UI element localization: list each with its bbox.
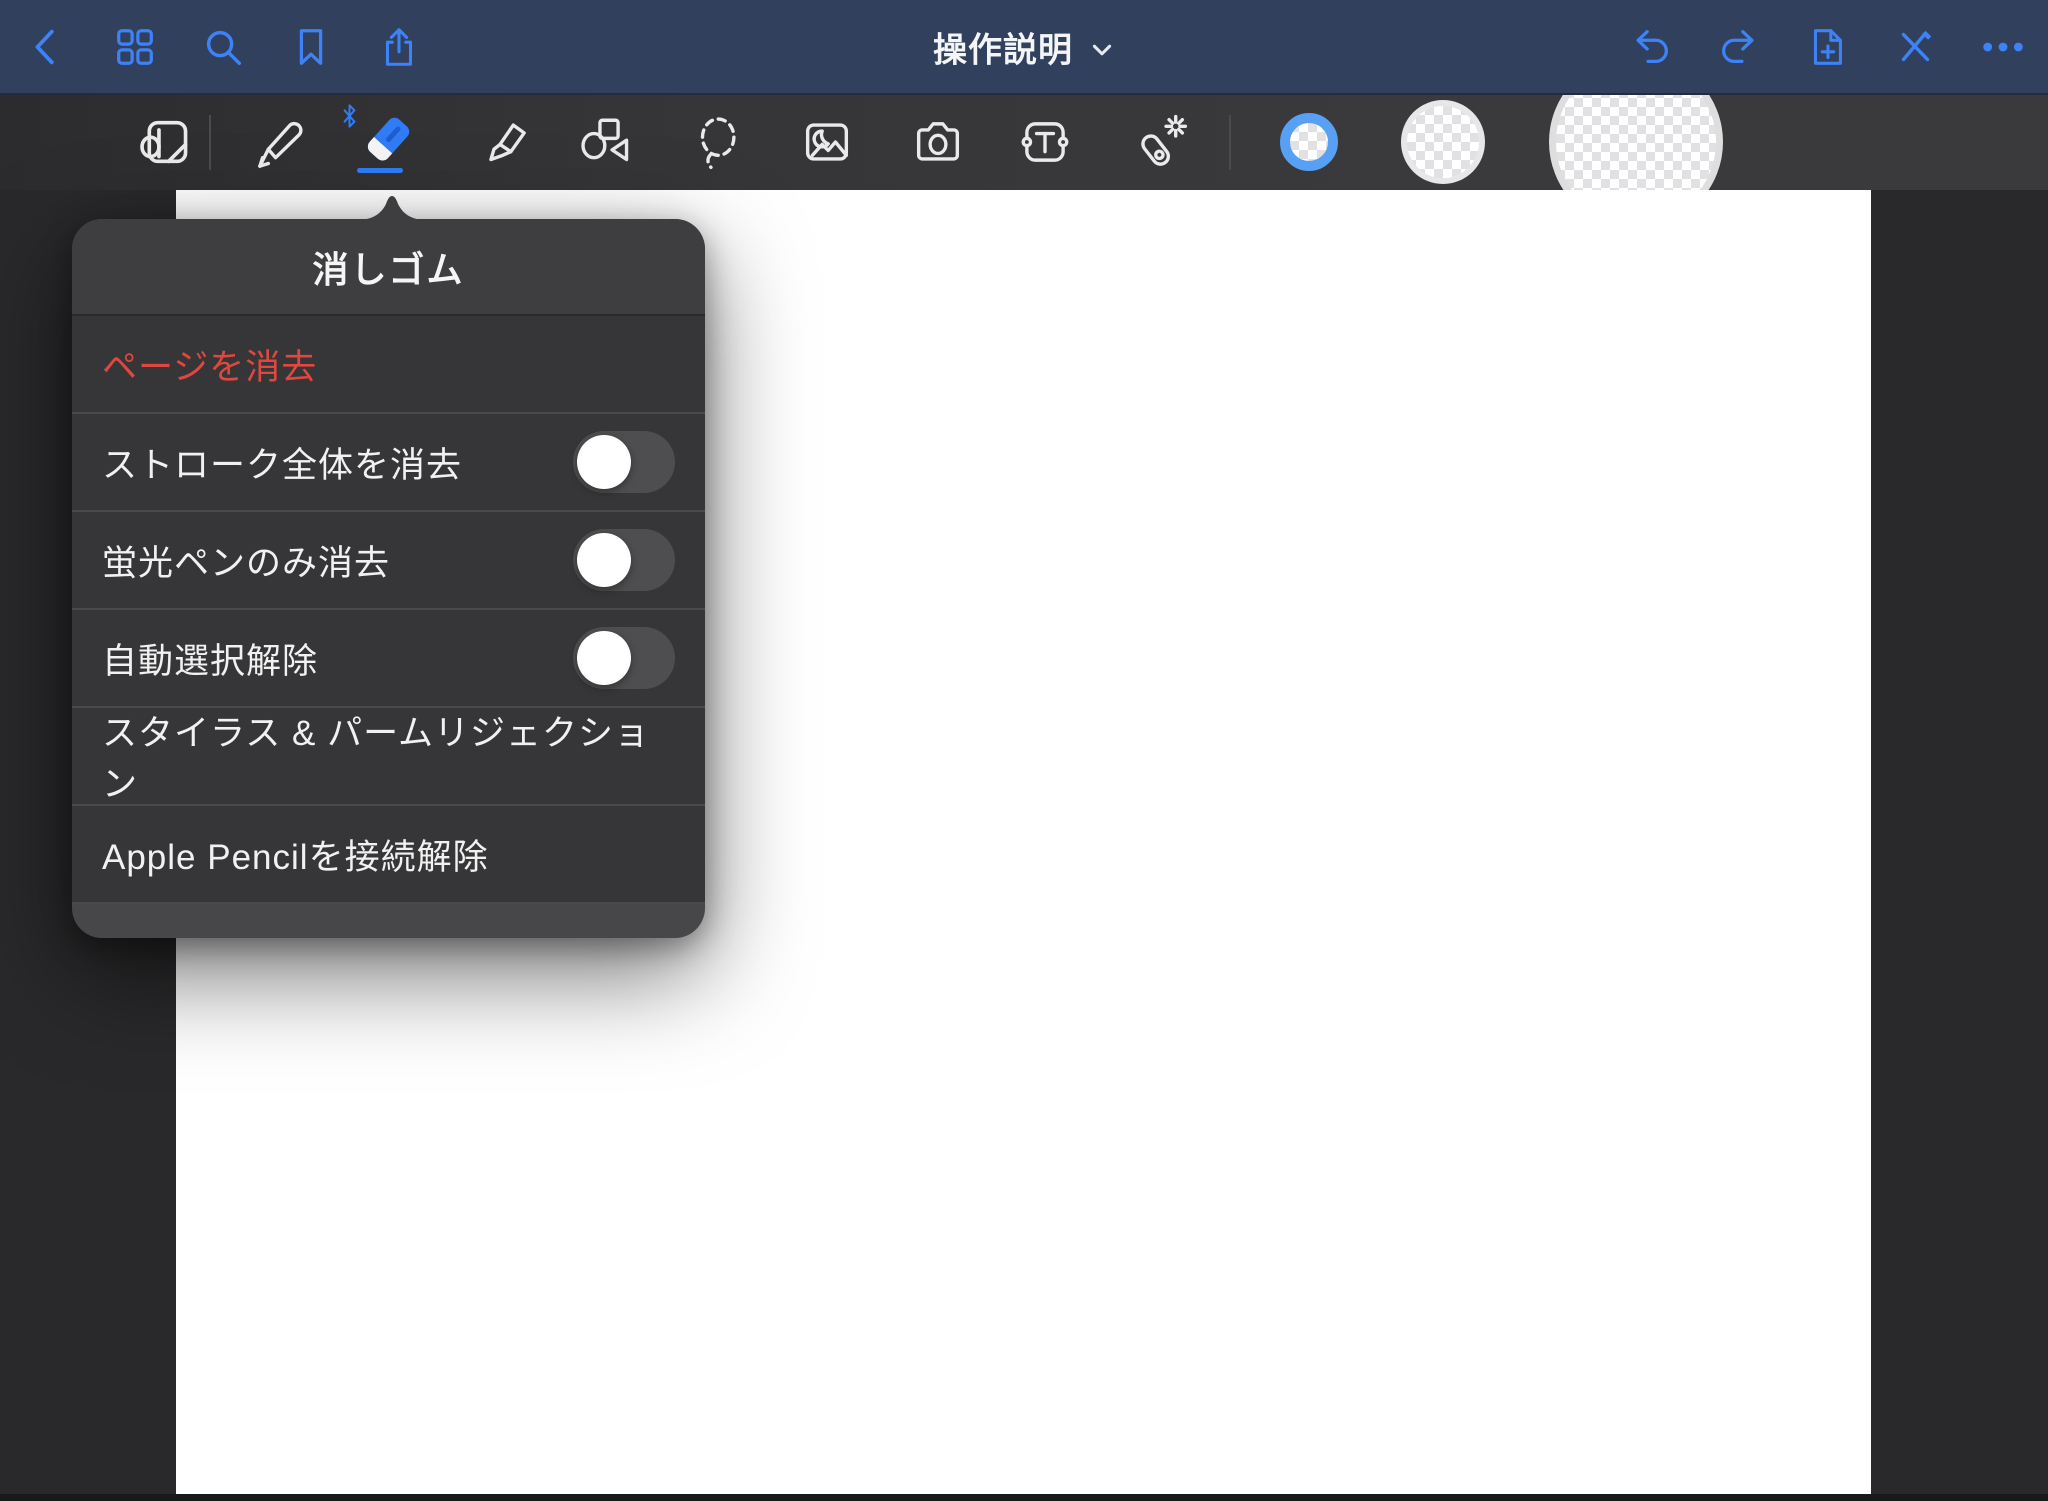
pen-icon xyxy=(249,113,307,171)
bookmark-icon xyxy=(288,24,334,70)
toggle-knob xyxy=(577,631,631,685)
selected-tool-underline xyxy=(357,168,403,173)
search-button[interactable] xyxy=(200,24,246,70)
eraser-options-popover: 消しゴム ページを消去 ストローク全体を消去 蛍光ペンのみ消去 自動選択解除 ス… xyxy=(72,219,705,938)
menu-item-label: スタイラス & パームリジェクション xyxy=(102,705,675,807)
add-page-icon xyxy=(1804,24,1850,70)
tool-text[interactable] xyxy=(1016,113,1074,171)
page-title: 操作説明 xyxy=(933,22,1073,71)
top-navigation-bar: 操作説明 xyxy=(0,0,2048,95)
tool-eraser-selected[interactable] xyxy=(358,113,416,171)
lasso-icon xyxy=(688,113,746,171)
laser-pointer-icon xyxy=(1131,113,1189,171)
erase-entire-stroke-toggle[interactable] xyxy=(573,431,675,493)
eraser-size-large[interactable] xyxy=(1549,95,1723,190)
undo-icon xyxy=(1628,24,1674,70)
more-ellipsis-icon xyxy=(1980,24,2026,70)
page-panel-icon xyxy=(136,113,194,171)
auto-deselect-toggle[interactable] xyxy=(573,627,675,689)
search-icon xyxy=(200,24,246,70)
topbar-left-group xyxy=(24,0,422,93)
grid-icon xyxy=(112,24,158,70)
menu-item-label: 自動選択解除 xyxy=(102,633,318,684)
eraser-size-small-selected[interactable] xyxy=(1280,113,1338,171)
menu-item-erase-page[interactable]: ページを消去 xyxy=(72,316,705,414)
shapes-icon xyxy=(577,113,635,171)
popover-arrow xyxy=(357,192,427,220)
share-button[interactable] xyxy=(376,24,422,70)
popover-menu: ページを消去 ストローク全体を消去 蛍光ペンのみ消去 自動選択解除 スタイラス … xyxy=(72,316,705,904)
menu-item-erase-highlighter-only[interactable]: 蛍光ペンのみ消去 xyxy=(72,512,705,610)
back-chevron-icon xyxy=(24,24,70,70)
tool-laser-pointer[interactable] xyxy=(1131,113,1189,171)
menu-item-erase-entire-stroke[interactable]: ストローク全体を消去 xyxy=(72,414,705,512)
redo-icon xyxy=(1716,24,1762,70)
popover-title: 消しゴム xyxy=(72,219,705,316)
app-window: 操作説明 xyxy=(0,0,2048,1501)
eraser-size-medium[interactable] xyxy=(1401,100,1485,184)
toolbar-divider xyxy=(1229,115,1231,170)
menu-item-label: ストローク全体を消去 xyxy=(102,437,462,488)
tools-toolbar xyxy=(0,95,2048,190)
camera-icon xyxy=(909,113,967,171)
menu-item-auto-deselect[interactable]: 自動選択解除 xyxy=(72,610,705,708)
menu-item-label: ページを消去 xyxy=(102,339,317,390)
pen-cross-icon xyxy=(1892,24,1938,70)
back-button[interactable] xyxy=(24,24,70,70)
tool-highlighter[interactable] xyxy=(471,113,529,171)
toggle-knob xyxy=(577,533,631,587)
tool-lasso[interactable] xyxy=(688,113,746,171)
tool-pen[interactable] xyxy=(249,113,307,171)
pages-overview-button[interactable] xyxy=(112,24,158,70)
tool-shapes[interactable] xyxy=(577,113,635,171)
topbar-right-group xyxy=(1628,0,2026,93)
highlighter-icon xyxy=(471,113,529,171)
toggle-knob xyxy=(577,435,631,489)
tool-camera[interactable] xyxy=(909,113,967,171)
eraser-icon xyxy=(358,113,416,171)
redo-button[interactable] xyxy=(1716,24,1762,70)
image-icon xyxy=(798,113,856,171)
erase-highlighter-only-toggle[interactable] xyxy=(573,529,675,591)
toolbar-divider xyxy=(209,115,211,170)
more-options-button[interactable] xyxy=(1980,24,2026,70)
menu-item-stylus-palm-rejection[interactable]: スタイラス & パームリジェクション xyxy=(72,708,705,806)
tool-image[interactable] xyxy=(798,113,856,171)
bottom-edge-strip xyxy=(0,1494,2048,1501)
stylus-readonly-button[interactable] xyxy=(1892,24,1938,70)
menu-item-label: 蛍光ペンのみ消去 xyxy=(102,535,390,586)
text-icon xyxy=(1016,113,1074,171)
add-page-button[interactable] xyxy=(1804,24,1850,70)
chevron-down-icon xyxy=(1089,37,1115,63)
page-panel-button[interactable] xyxy=(136,113,194,171)
menu-item-disconnect-apple-pencil[interactable]: Apple Pencilを接続解除 xyxy=(72,806,705,904)
bluetooth-icon xyxy=(341,103,358,129)
bookmark-button[interactable] xyxy=(288,24,334,70)
menu-item-label: Apple Pencilを接続解除 xyxy=(102,829,489,880)
undo-button[interactable] xyxy=(1628,24,1674,70)
document-title-dropdown[interactable]: 操作説明 xyxy=(933,22,1115,71)
share-icon xyxy=(376,24,422,70)
